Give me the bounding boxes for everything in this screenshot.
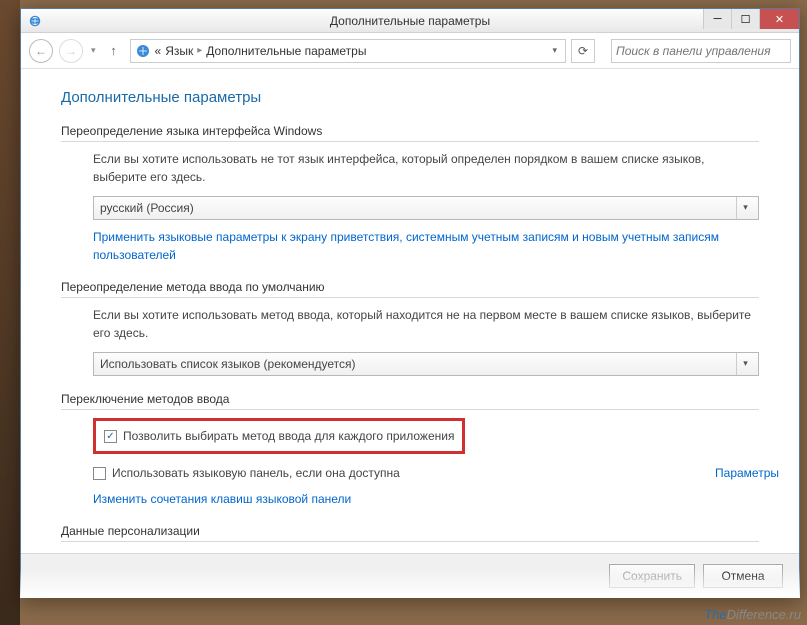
section-description: Эти данные используются, только чтобы ул…	[93, 550, 759, 553]
checkbox-label: Использовать языковую панель, если она д…	[112, 464, 400, 482]
chevron-right-icon: ▸	[197, 45, 202, 56]
forward-button[interactable]: →	[59, 39, 83, 63]
search-box[interactable]	[611, 39, 791, 63]
input-method-dropdown[interactable]: Использовать список языков (рекомендуетс…	[93, 352, 759, 376]
chevron-down-icon: ▾	[736, 353, 754, 375]
language-bar-checkbox[interactable]	[93, 467, 106, 480]
language-dropdown[interactable]: русский (Россия) ▾	[93, 196, 759, 220]
cancel-button[interactable]: Отмена	[703, 564, 783, 588]
breadcrumb-dropdown-icon[interactable]: ▾	[548, 45, 561, 56]
watermark: TheDifference.ru	[704, 607, 801, 622]
refresh-button[interactable]: ⟳	[571, 39, 595, 63]
globe-icon	[135, 43, 151, 59]
checkbox-label: Позволить выбирать метод ввода для каждо…	[123, 427, 454, 445]
chevron-down-icon: ▾	[736, 197, 754, 219]
window-controls: ─ ☐ ✕	[703, 9, 799, 29]
section-header: Данные персонализации	[61, 524, 759, 542]
close-button[interactable]: ✕	[759, 9, 799, 29]
page-title: Дополнительные параметры	[61, 89, 759, 106]
section-ui-language: Переопределение языка интерфейса Windows…	[61, 124, 759, 264]
breadcrumb-prefix: «	[155, 44, 162, 58]
window-title: Дополнительные параметры	[21, 14, 799, 28]
section-input-method: Переопределение метода ввода по умолчани…	[61, 280, 759, 376]
button-bar: Сохранить Отмена	[21, 553, 799, 597]
content-area: Дополнительные параметры Переопределение…	[21, 69, 799, 553]
titlebar: Дополнительные параметры ─ ☐ ✕	[21, 9, 799, 33]
desktop-background	[0, 0, 20, 625]
navigation-bar: ← → ▾ ↑ « Язык ▸ Дополнительные параметр…	[21, 33, 799, 69]
breadcrumb-bar[interactable]: « Язык ▸ Дополнительные параметры ▾	[130, 39, 566, 63]
breadcrumb-item[interactable]: Язык	[165, 44, 193, 58]
up-button[interactable]: ↑	[104, 41, 124, 61]
search-input[interactable]	[616, 44, 786, 58]
section-header: Переключение методов ввода	[61, 392, 759, 410]
section-description: Если вы хотите использовать метод ввода,…	[93, 306, 759, 342]
app-icon	[27, 13, 43, 29]
section-header: Переопределение метода ввода по умолчани…	[61, 280, 759, 298]
breadcrumb-item[interactable]: Дополнительные параметры	[206, 44, 366, 58]
settings-window: Дополнительные параметры ─ ☐ ✕ ← → ▾ ↑ «…	[20, 8, 800, 598]
back-button[interactable]: ←	[29, 39, 53, 63]
dropdown-value: Использовать список языков (рекомендуетс…	[100, 355, 356, 373]
save-button[interactable]: Сохранить	[609, 564, 695, 588]
section-description: Если вы хотите использовать не тот язык …	[93, 150, 759, 186]
section-header: Переопределение языка интерфейса Windows	[61, 124, 759, 142]
history-dropdown-icon[interactable]: ▾	[89, 45, 98, 56]
section-switch-input: Переключение методов ввода ✓ Позволить в…	[61, 392, 759, 508]
highlighted-option: ✓ Позволить выбирать метод ввода для каж…	[93, 418, 465, 454]
maximize-button[interactable]: ☐	[731, 9, 759, 29]
parameters-link[interactable]: Параметры	[715, 464, 779, 482]
per-app-input-checkbox[interactable]: ✓	[104, 430, 117, 443]
section-personalization: Данные персонализации Эти данные использ…	[61, 524, 759, 553]
change-hotkeys-link[interactable]: Изменить сочетания клавиш языковой панел…	[93, 490, 759, 508]
dropdown-value: русский (Россия)	[100, 199, 194, 217]
minimize-button[interactable]: ─	[703, 9, 731, 29]
apply-language-link[interactable]: Применить языковые параметры к экрану пр…	[93, 228, 759, 264]
